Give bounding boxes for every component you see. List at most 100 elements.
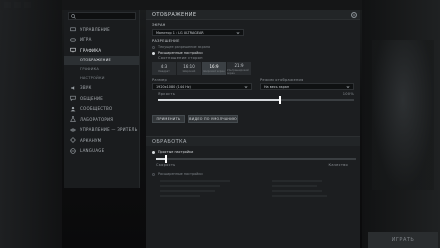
mode-value: На весь экран (264, 84, 290, 89)
radio-checked-icon (152, 150, 155, 154)
advanced-processing-label: Расширенные настройки (158, 172, 203, 176)
brightness-slider[interactable] (158, 96, 354, 104)
panel-header: ОТОБРАЖЕНИЕ (146, 10, 360, 20)
sidebar-item-label: УПРАВЛЕНИЕ (80, 26, 110, 32)
aspect-ratio-caption: Ультраширокий экран (227, 68, 249, 75)
disabled-option (160, 180, 230, 182)
search-icon (71, 13, 76, 19)
sidebar-item-globe[interactable]: LANGUAGE (64, 146, 139, 157)
speaker-icon (70, 85, 76, 91)
play-button[interactable]: ИГРАТЬ (368, 232, 438, 248)
sidebar-item-label: ГРАФИКА (80, 47, 102, 53)
aspect-ratio-button[interactable]: 16:10 Широкий (177, 62, 201, 75)
aspect-ratio-button[interactable]: 4:3 Квадрат (152, 62, 176, 75)
gamepad-icon (70, 37, 76, 43)
chat-icon (70, 95, 76, 102)
people-icon (70, 106, 76, 112)
size-select[interactable]: 1920x1080 (144 Hz) (152, 83, 252, 90)
size-value: 1920x1080 (144 Hz) (156, 84, 191, 89)
sidebar-subitem[interactable]: ОТОБРАЖЕНИЕ (64, 55, 139, 65)
sidebar-item-keyboard[interactable]: УПРАВЛЕНИЕ (64, 24, 139, 35)
sidebar-item-label: АРКАНУМ (80, 137, 102, 143)
disabled-option (160, 185, 220, 187)
advanced-options-disabled (146, 180, 360, 197)
sidebar-item-arcanum[interactable]: АРКАНУМ (64, 135, 139, 146)
radio-checked-icon (152, 51, 155, 55)
sidebar-item-speaker[interactable]: ЗВУК (64, 83, 139, 94)
simple-settings-radio[interactable]: Простые настройки (152, 149, 354, 155)
monitor-icon (70, 47, 76, 53)
hero-silhouette (372, 40, 434, 190)
sidebar-item-label: ЛАБОРАТОРИЯ (80, 116, 114, 122)
monitor-select[interactable]: Монитор 1 : LG ULTRAGEAR (152, 29, 244, 36)
aspect-ratio-button[interactable]: 21:9 Ультраширокий экран (227, 62, 251, 75)
sidebar-item-chat[interactable]: ОБЩЕНИЕ (64, 93, 139, 104)
aspect-ratio-value: 21:9 (234, 62, 244, 68)
mode-label: Режим отображения (260, 78, 304, 82)
panel-title: ОТОБРАЖЕНИЕ (152, 11, 197, 18)
aspect-ratio-caption: Широкий (182, 70, 196, 73)
processing-header: ОБРАБОТКА (146, 136, 360, 146)
aspect-ratio-value: 4:3 (160, 64, 168, 69)
radio-icon (152, 45, 155, 49)
sidebar-item-people[interactable]: СООБЩЕСТВО (64, 104, 139, 115)
screen-label: ЭКРАН (152, 23, 166, 27)
aspect-ratio-value: 16:9 (209, 64, 219, 69)
aspect-ratio-button[interactable]: 16:9 Широкий экран (202, 62, 226, 75)
sidebar-subitem[interactable]: ГРАФИКА (64, 65, 139, 74)
simple-settings-label: Простые настройки (158, 150, 194, 154)
sidebar-item-label: ЗВУК (80, 85, 92, 91)
size-label: Размер (152, 78, 167, 82)
sidebar-item-label: ОБЩЕНИЕ (80, 95, 104, 101)
mode-select[interactable]: На весь экран (260, 83, 354, 90)
sidebar-subitem[interactable]: НАСТРОЙКИ (64, 74, 139, 83)
advanced-resolution-label: Расширенные настройки (158, 51, 203, 55)
chevron-down-icon (236, 31, 240, 34)
disabled-option (272, 185, 317, 187)
sidebar-item-monitor[interactable]: ГРАФИКА (64, 45, 139, 56)
sidebar-item-eye[interactable]: УПРАВЛЕНИЕ — ЗРИТЕЛЬ (64, 125, 139, 136)
sidebar-item-flask[interactable]: ЛАБОРАТОРИЯ (64, 114, 139, 125)
disabled-option (272, 190, 322, 192)
gear-icon[interactable] (350, 11, 358, 19)
disabled-option (272, 180, 322, 182)
monitor-value: Монитор 1 : LG ULTRAGEAR (156, 30, 204, 35)
aspect-ratio-caption: Квадрат (158, 70, 170, 73)
aspect-ratio-value: 16:10 (183, 64, 195, 69)
search-input[interactable] (68, 12, 136, 20)
quality-label: Качество (328, 163, 348, 167)
aspect-label: Соотношение сторон (158, 56, 203, 60)
flask-icon (70, 116, 76, 122)
aspect-ratio-caption: Широкий экран (203, 70, 225, 73)
video-defaults-button[interactable]: ВИДЕО ПО УМОЛЧАНИЮ (188, 115, 238, 123)
disabled-option (160, 195, 200, 197)
keyboard-icon (70, 26, 76, 32)
brightness-fill (158, 99, 280, 101)
advanced-processing-radio[interactable]: Расширенные настройки (152, 171, 354, 177)
chevron-down-icon (346, 85, 350, 88)
sidebar-item-label: ИГРА (80, 37, 92, 43)
sidebar-item-label: СООБЩЕСТВО (80, 106, 113, 112)
brightness-value: 100% (342, 92, 354, 96)
recommended-resolution-label: Текущее разрешение экрана (158, 45, 211, 49)
settings-sidebar: УПРАВЛЕНИЕ ИГРА ГРАФИКА ОТОБРАЖЕНИЕ ГРАФИКА Н… (64, 10, 140, 188)
brightness-label: Яркость (158, 92, 176, 96)
sidebar-item-label: LANGUAGE (80, 148, 105, 154)
aspect-ratio-group: 4:3 Квадрат 16:10 Широкий 16:9 Широкий экран 2… (152, 62, 360, 75)
arcanum-icon (70, 137, 76, 144)
quality-thumb[interactable] (165, 155, 167, 163)
resolution-label: РАЗРЕШЕНИЕ (152, 39, 180, 43)
chevron-down-icon (244, 85, 248, 88)
eye-icon (70, 127, 76, 133)
sidebar-item-gamepad[interactable]: ИГРА (64, 35, 139, 46)
settings-panel: ОТОБРАЖЕНИЕ ЭКРАН Монитор 1 : LG ULTRAGE… (146, 10, 360, 248)
disabled-option (272, 195, 327, 197)
globe-icon (70, 148, 76, 154)
radio-icon (152, 172, 155, 176)
brightness-thumb[interactable] (278, 96, 281, 104)
background-left (0, 0, 62, 248)
quality-slider[interactable] (156, 155, 356, 163)
apply-button[interactable]: ПРИМЕНИТЬ (152, 115, 185, 123)
speed-label: Скорость (156, 163, 176, 167)
disabled-option (160, 190, 215, 192)
